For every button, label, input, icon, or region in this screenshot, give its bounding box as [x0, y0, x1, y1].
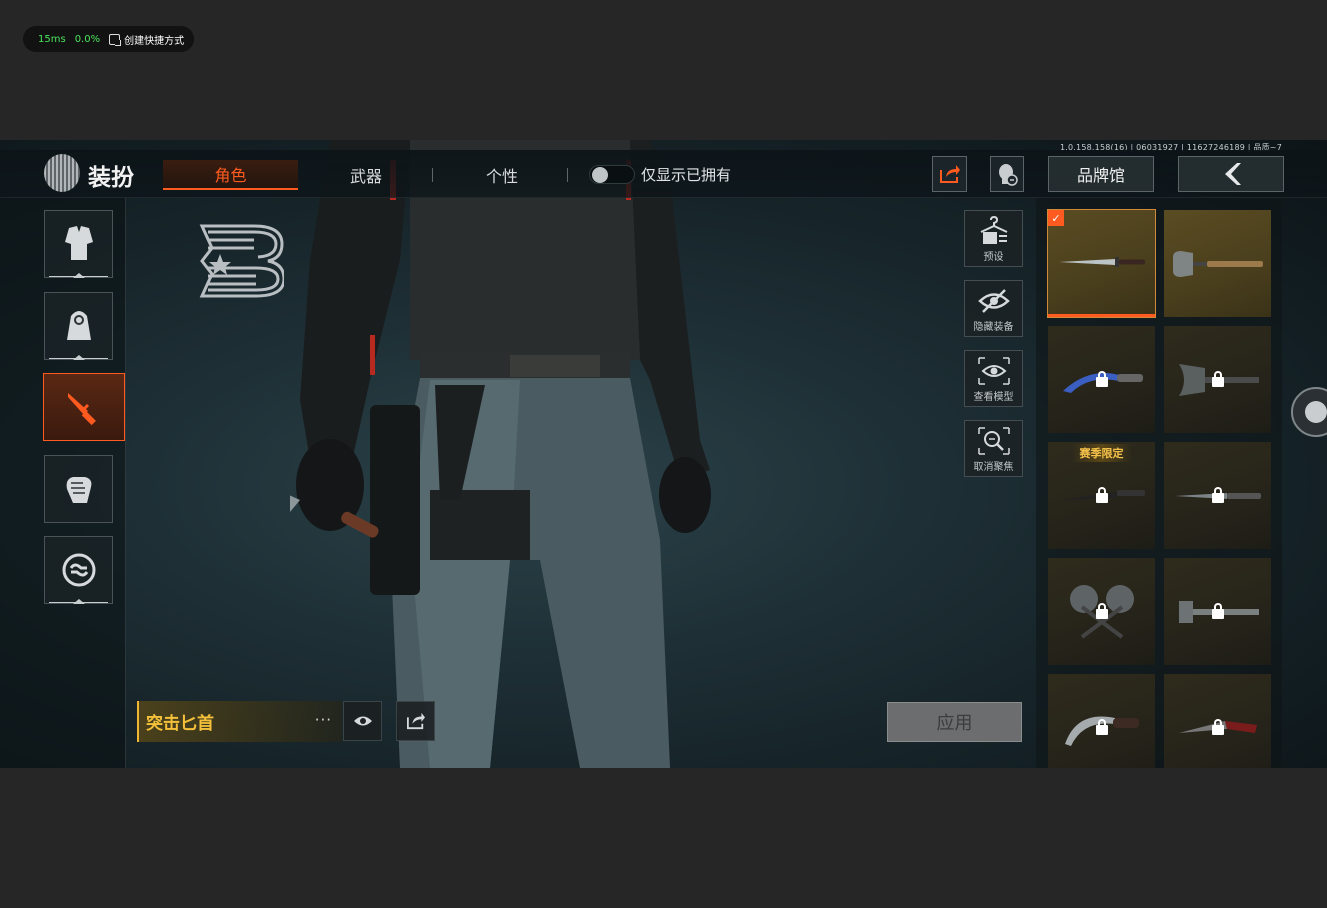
grid-item-karambit-blue[interactable] — [1048, 326, 1155, 433]
grid-item-sword-limited[interactable]: 赛季限定 — [1048, 442, 1155, 549]
lock-icon — [1211, 370, 1224, 387]
grid-item-dagger[interactable]: ✓ — [1047, 209, 1156, 318]
glove-icon — [66, 477, 91, 503]
lock-icon — [1095, 602, 1108, 619]
dagger-icon — [1058, 257, 1145, 267]
category-sidebar — [0, 198, 126, 768]
view-model-button[interactable]: 查看模型 — [964, 350, 1023, 407]
lock-icon — [1095, 718, 1108, 735]
chevron-left-icon — [1225, 163, 1241, 185]
view-model-label: 查看模型 — [973, 392, 1014, 403]
game-viewport: 1.0.158.158(16) | 06031927 | 11627246189… — [0, 140, 1327, 768]
outfit-icon — [44, 154, 80, 192]
eye-off-icon — [977, 289, 1010, 313]
cancel-focus-button[interactable]: 取消聚焦 — [964, 420, 1023, 477]
grid-item-double-axe[interactable] — [1048, 558, 1155, 665]
character-head-icon — [999, 164, 1018, 186]
lock-icon — [1211, 486, 1224, 503]
grid-item-blade[interactable] — [1164, 442, 1271, 549]
grid-item-red-blade[interactable] — [1164, 674, 1271, 768]
hexagon-icon — [1305, 401, 1327, 423]
lock-icon — [1211, 718, 1224, 735]
share-icon — [406, 712, 425, 730]
lock-icon — [1095, 370, 1108, 387]
emote-icon — [62, 553, 95, 587]
category-backpack[interactable] — [44, 292, 113, 360]
brand-hall-button[interactable]: 品牌馆 — [1048, 156, 1154, 192]
lock-icon — [1095, 486, 1108, 503]
preview-item-button[interactable] — [343, 701, 382, 741]
category-emote[interactable] — [44, 536, 113, 604]
category-melee[interactable] — [43, 373, 125, 441]
more-options-button[interactable]: ··· — [315, 711, 332, 729]
owned-only-toggle[interactable] — [589, 165, 635, 184]
cancel-focus-label: 取消聚焦 — [973, 462, 1014, 473]
grid-item-karambit[interactable] — [1048, 674, 1155, 768]
share-button[interactable] — [932, 156, 967, 192]
shortcut-icon — [109, 33, 122, 46]
item-grid: ✓ 赛季限定 — [1036, 198, 1282, 768]
character-model[interactable] — [290, 140, 720, 768]
back-button[interactable] — [1178, 156, 1284, 192]
zoom-out-icon — [977, 427, 1010, 455]
floating-assistant-button[interactable] — [1291, 387, 1327, 437]
shovel-icon — [1172, 250, 1263, 277]
outfit-category-icon — [64, 226, 93, 260]
loss-readout: 0.0% — [74, 33, 101, 45]
create-shortcut-button[interactable]: 创建快捷方式 — [109, 32, 184, 47]
knife-icon — [68, 393, 96, 426]
selected-check-icon: ✓ — [1048, 210, 1064, 226]
grid-item-hammer[interactable] — [1164, 558, 1271, 665]
category-outfit[interactable] — [44, 210, 113, 278]
category-gloves[interactable] — [44, 455, 113, 523]
tab-weapon[interactable]: 武器 — [316, 160, 416, 190]
tab-personality[interactable]: 个性 — [452, 160, 552, 190]
hide-equipment-label: 隐藏装备 — [973, 322, 1014, 333]
share-item-button[interactable] — [396, 701, 435, 741]
equipped-item-name: 突击匕首 — [146, 714, 214, 734]
grid-item-shovel[interactable] — [1164, 210, 1271, 317]
apply-button[interactable]: 应用 — [887, 702, 1022, 742]
latency-readout: 15ms — [38, 33, 66, 45]
hide-equipment-button[interactable]: 隐藏装备 — [964, 280, 1023, 337]
create-shortcut-label: 创建快捷方式 — [124, 35, 185, 47]
tab-separator — [567, 168, 568, 182]
season-limited-tag: 赛季限定 — [1071, 444, 1132, 462]
backpack-icon — [66, 311, 91, 340]
eye-icon — [977, 357, 1010, 385]
equipped-item-bar[interactable]: 突击匕首 ··· — [137, 701, 342, 742]
top-bar: 装扮 角色 武器 个性 仅显示已拥有 品牌馆 — [0, 150, 1327, 198]
tab-separator — [432, 168, 433, 182]
character-switch-button[interactable] — [990, 156, 1024, 192]
tab-character[interactable]: 角色 — [163, 160, 298, 190]
eye-icon — [353, 716, 372, 726]
hanger-icon — [980, 216, 1007, 244]
page-title: 装扮 — [88, 165, 134, 191]
screen: 15ms 0.0% 创建快捷方式 1.0.158.158(16) | 06031… — [0, 0, 1327, 908]
preset-button[interactable]: 预设 — [964, 210, 1023, 267]
grid-item-axe[interactable] — [1164, 326, 1271, 433]
performance-overlay: 15ms 0.0% 创建快捷方式 — [23, 26, 194, 52]
brand-b-logo — [199, 224, 284, 298]
share-icon — [939, 165, 960, 183]
owned-only-label: 仅显示已拥有 — [641, 166, 732, 184]
toggle-knob — [592, 167, 608, 183]
preset-label: 预设 — [983, 252, 1004, 263]
lock-icon — [1211, 602, 1224, 619]
